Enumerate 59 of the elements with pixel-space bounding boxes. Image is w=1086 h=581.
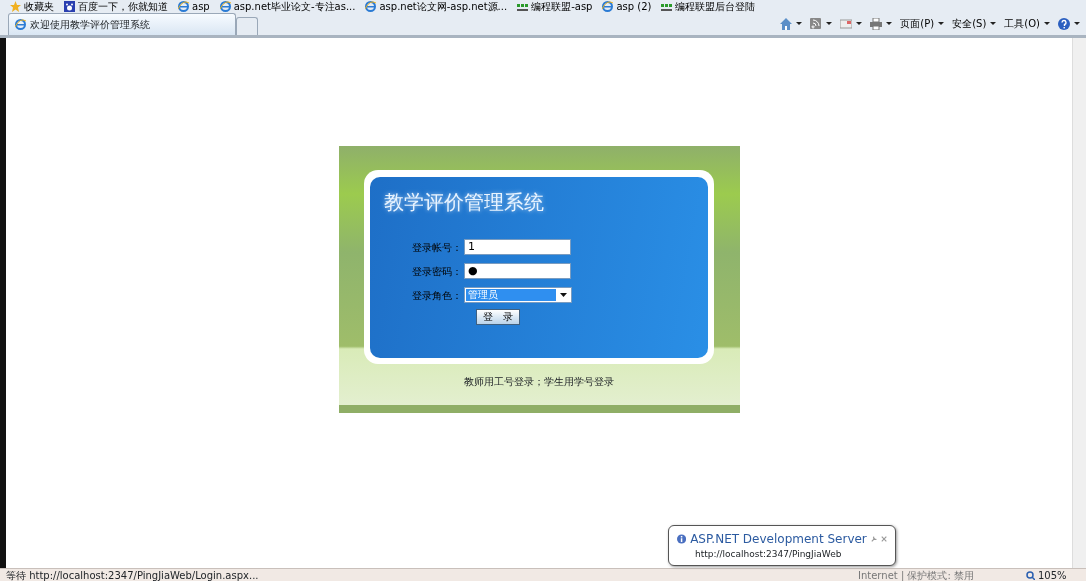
browser-e-icon — [178, 1, 189, 12]
help-icon — [1058, 17, 1070, 30]
menu-button[interactable]: 页面(P) — [900, 16, 945, 31]
caret-icon — [990, 22, 997, 25]
envelope-icon — [840, 17, 853, 30]
zoom-level[interactable]: 105% — [1038, 567, 1067, 581]
magnifier-icon — [1026, 570, 1035, 580]
close-icon — [880, 534, 887, 543]
browser-tab[interactable]: 欢迎使用教学评价管理系统 — [8, 13, 236, 35]
feed-button[interactable] — [810, 17, 833, 30]
caret-icon — [1044, 22, 1050, 25]
home-button[interactable] — [780, 17, 803, 30]
paw-icon — [64, 1, 75, 12]
browser-e-icon — [602, 1, 614, 12]
login-hint: 教师用工号登录；学生用学号登录 — [464, 375, 614, 389]
favorite-link[interactable]: asp.net论文网-asp.net源... — [379, 1, 508, 12]
feed-icon — [810, 17, 823, 30]
field-label: 登录角色： — [411, 288, 462, 303]
caret-icon — [796, 22, 803, 25]
caret-icon — [856, 22, 863, 25]
favorite-link[interactable]: asp.net毕业论文-专注as... — [233, 1, 356, 12]
scrollbar[interactable] — [1072, 38, 1086, 568]
caret-icon — [1074, 22, 1080, 25]
info-icon — [677, 532, 687, 545]
caret-icon — [938, 22, 945, 25]
dotted-page-icon — [517, 1, 529, 12]
login-button[interactable]: 登 录 — [476, 309, 520, 325]
wrench-icon — [870, 534, 877, 543]
browser-e-icon — [365, 1, 377, 12]
help-button[interactable] — [1058, 17, 1080, 30]
caret-icon — [826, 22, 833, 25]
favorite-link[interactable]: asp (2) — [616, 1, 652, 12]
new-tab-button[interactable] — [236, 17, 258, 35]
favorite-link[interactable]: asp — [192, 1, 210, 12]
caret-icon — [559, 293, 567, 297]
browser-e-icon — [15, 19, 26, 30]
favorite-link[interactable]: 编程联盟-asp — [531, 1, 593, 12]
favorite-link[interactable]: 百度一下，你就知道 — [78, 1, 168, 12]
caret-icon — [886, 22, 893, 25]
field-label: 登录密码： — [411, 264, 462, 279]
dotted-page-icon — [661, 1, 673, 12]
printer-icon — [870, 17, 883, 30]
printer-button[interactable] — [870, 17, 893, 30]
field-label: 登录帐号： — [411, 240, 462, 255]
menu-button[interactable]: 安全(S) — [952, 16, 997, 31]
status-text: 等待 http://localhost:2347/PingJiaWeb/Login.aspx... — [6, 568, 259, 581]
home-icon — [780, 17, 793, 30]
security-zone: Internet | 保护模式: 禁用 — [858, 568, 975, 581]
menu-button[interactable]: 工具(O) — [1004, 16, 1050, 31]
favorite-link[interactable]: 编程联盟后台登陆 — [675, 1, 756, 12]
browser-e-icon — [219, 1, 231, 12]
notification-url: http://localhost:2347/PingJiaWeb — [694, 547, 843, 561]
notification-title: ASP.NET Development Server — [690, 530, 867, 548]
login-title: 教学评价管理系统 — [384, 189, 544, 216]
envelope-button[interactable] — [840, 17, 863, 30]
favorite-link[interactable]: 收藏夹 — [24, 1, 54, 12]
input-field[interactable]: ● — [464, 263, 571, 279]
input-field[interactable]: 1 — [464, 239, 571, 255]
star-icon — [10, 1, 21, 12]
